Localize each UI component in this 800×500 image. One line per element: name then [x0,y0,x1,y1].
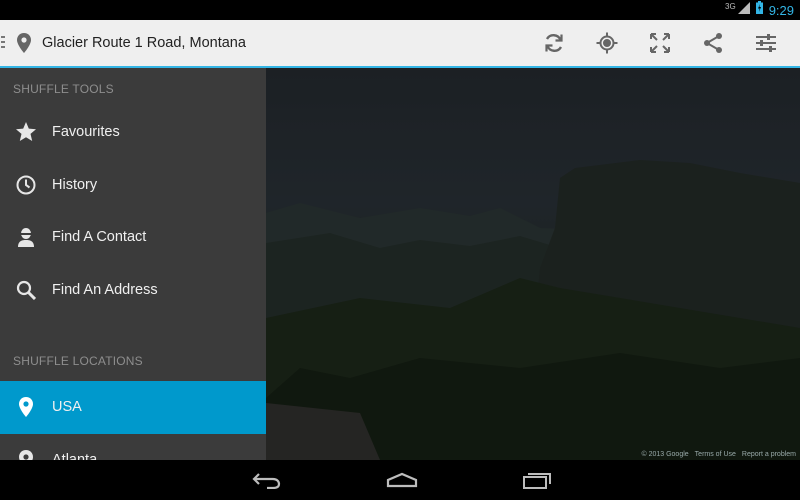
page-title[interactable]: Glacier Route 1 Road, Montana [42,35,527,51]
contact-icon [15,226,37,248]
share-icon [703,33,722,53]
navigation-drawer: SHUFFLE TOOLS Favourites History Find A … [0,68,266,460]
recent-apps-icon [523,473,551,489]
drawer-item-find-address[interactable]: Find An Address [0,264,266,317]
home-icon [386,472,418,488]
my-location-icon [596,32,617,54]
drawer-item-atlanta[interactable]: Atlanta [0,434,266,460]
fullscreen-button[interactable] [633,20,686,66]
settings-button[interactable] [739,20,792,66]
action-buttons [527,20,792,66]
drawer-item-history[interactable]: History [0,159,266,212]
copyright-text: © 2013 Google [641,451,689,458]
recent-apps-button[interactable] [510,460,565,500]
home-button[interactable] [375,460,430,500]
drawer-item-find-contact[interactable]: Find A Contact [0,211,266,264]
drawer-item-label: Find An Address [52,281,158,298]
drawer-item-favourites[interactable]: Favourites [0,106,266,159]
fullscreen-icon [649,33,670,53]
back-icon [252,473,281,489]
drawer-item-label: History [52,176,98,193]
pin-icon [15,396,37,418]
clock-icon [15,174,37,196]
report-problem-link[interactable]: Report a problem [742,451,796,458]
status-bar: 3G 9:29 [0,0,800,20]
battery-icon [755,1,763,19]
drawer-item-label: Atlanta [52,451,98,460]
star-icon [15,121,37,143]
signal-icon [737,1,750,19]
my-location-button[interactable] [580,20,633,66]
refresh-button[interactable] [527,20,580,66]
drawer-item-label: Find A Contact [52,229,147,246]
location-pin-icon [15,31,33,55]
terms-link[interactable]: Terms of Use [695,451,736,458]
section-header-locations: SHUFFLE LOCATIONS [13,354,143,368]
action-bar: Glacier Route 1 Road, Montana [0,20,800,68]
pin-icon [15,449,37,460]
back-button[interactable] [240,460,295,500]
network-type: 3G [725,1,736,11]
settings-sliders-icon [755,34,776,52]
drawer-item-label: Favourites [52,124,120,141]
map-attribution: © 2013 Google Terms of Use Report a prob… [641,451,796,458]
section-header-tools: SHUFFLE TOOLS [13,82,114,96]
refresh-icon [544,34,563,52]
search-icon [15,279,37,301]
share-button[interactable] [686,20,739,66]
system-navigation-bar [0,460,800,500]
drawer-indicator-icon[interactable] [1,36,5,50]
drawer-item-usa[interactable]: USA [0,381,266,434]
drawer-item-label: USA [52,399,82,416]
clock: 9:29 [768,2,794,18]
drawer-spacer [0,316,266,341]
